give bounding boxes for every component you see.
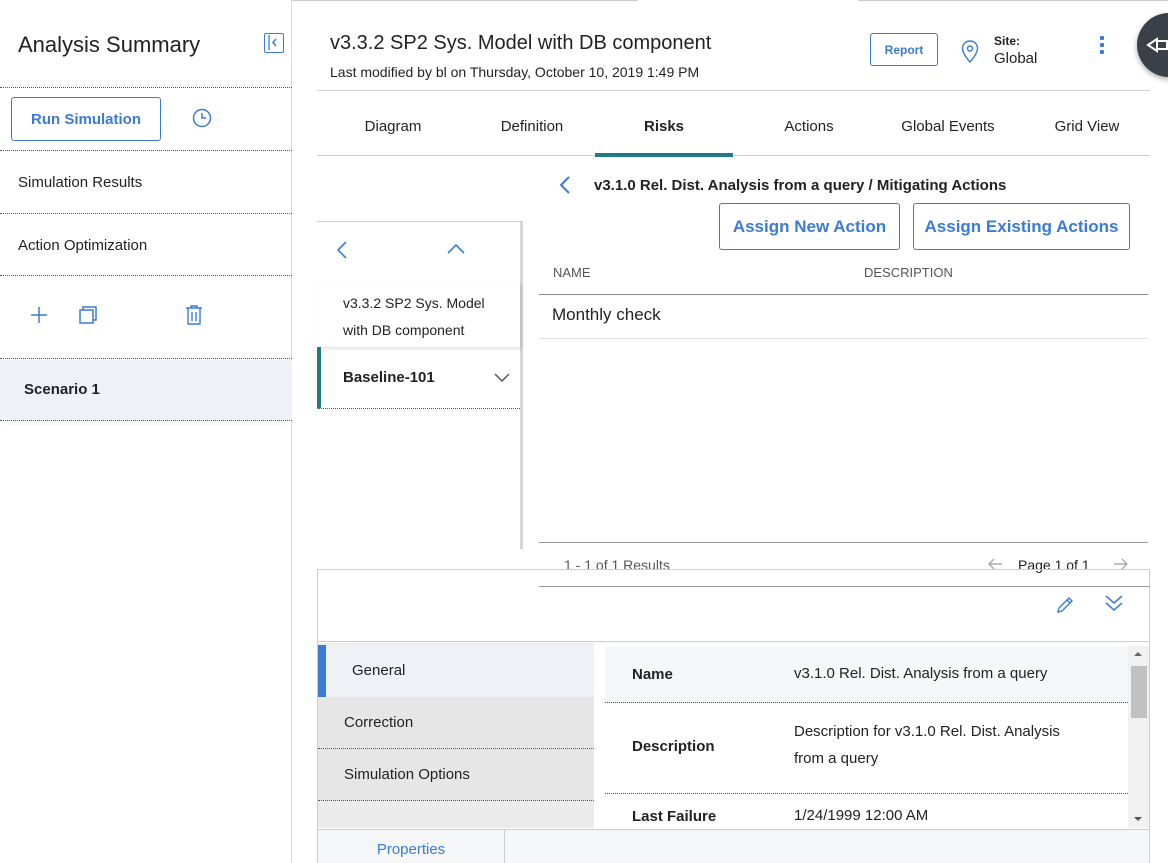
tab-risks[interactable]: Risks <box>595 91 733 157</box>
tree-item-label: v3.3.2 SP2 Sys. Model with DB component <box>343 295 485 338</box>
property-key: Last Failure <box>632 808 717 825</box>
assign-existing-actions-button[interactable]: Assign Existing Actions <box>913 203 1130 250</box>
last-modified-text: Last modified by bl on Thursday, October… <box>330 64 700 80</box>
run-simulation-button[interactable]: Run Simulation <box>11 97 161 141</box>
property-row: Description Description for v3.1.0 Rel. … <box>605 704 1128 794</box>
chevron-down-icon[interactable] <box>494 373 510 383</box>
page-title: v3.3.2 SP2 Sys. Model with DB component <box>330 32 712 54</box>
tree-item-system-model[interactable]: v3.3.2 SP2 Sys. Model with DB component <box>317 282 520 347</box>
section-label: General <box>352 662 406 679</box>
more-options-icon[interactable] <box>1097 36 1107 56</box>
property-row: Name v3.1.0 Rel. Dist. Analysis from a q… <box>605 646 1128 703</box>
column-header-name[interactable]: NAME <box>553 265 591 280</box>
tab-actions[interactable]: Actions <box>740 91 878 157</box>
divider <box>0 358 292 359</box>
section-correction[interactable]: Correction <box>318 697 594 749</box>
delete-icon[interactable] <box>185 305 203 330</box>
scrollbar-thumb[interactable] <box>1131 666 1147 718</box>
collapse-down-icon[interactable] <box>1104 594 1124 617</box>
top-border <box>292 0 638 1</box>
scenario-label: Scenario 1 <box>24 381 100 398</box>
action-optimization-link[interactable]: Action Optimization <box>18 237 147 254</box>
copy-icon[interactable] <box>78 305 98 330</box>
section-simulation-options[interactable]: Simulation Options <box>318 749 594 801</box>
edit-pencil-icon[interactable] <box>1055 595 1075 620</box>
header-divider <box>539 294 1148 295</box>
section-label: Correction <box>344 714 414 731</box>
property-value: 1/24/1999 12:00 AM <box>794 807 929 824</box>
divider <box>0 87 292 88</box>
divider <box>0 275 292 276</box>
section-general[interactable]: General <box>318 645 594 697</box>
top-border <box>858 0 1168 1</box>
property-value: v3.1.0 Rel. Dist. Analysis from a query <box>794 665 1048 682</box>
navigation-tree: v3.3.2 SP2 Sys. Model with DB component … <box>317 221 523 549</box>
tree-item-baseline[interactable]: Baseline-101 <box>317 347 520 409</box>
add-icon[interactable] <box>29 305 49 330</box>
assistant-fab-button[interactable] <box>1137 13 1168 77</box>
tab-grid-view[interactable]: Grid View <box>1018 91 1156 157</box>
action-row-name[interactable]: Monthly check <box>552 305 661 325</box>
tab-properties[interactable]: Properties <box>318 830 505 863</box>
divider <box>0 150 292 151</box>
property-value: Description for v3.1.0 Rel. Dist. Analys… <box>794 723 1060 767</box>
tab-diagram[interactable]: Diagram <box>324 91 462 157</box>
chevron-up-icon[interactable] <box>446 242 466 261</box>
property-key: Name <box>632 666 673 683</box>
location-pin-icon <box>961 40 979 69</box>
divider <box>539 586 1150 587</box>
back-arrow-icon[interactable] <box>335 240 349 265</box>
scenario-item[interactable]: Scenario 1 <box>0 360 292 420</box>
tab-global-events[interactable]: Global Events <box>879 91 1017 157</box>
column-header-description[interactable]: DESCRIPTION <box>864 265 953 280</box>
scroll-up-icon[interactable] <box>1133 651 1143 657</box>
sidebar-title: Analysis Summary <box>18 32 201 57</box>
properties-panel: General Correction Simulation Options Na… <box>317 569 1150 863</box>
site-value: Global <box>994 50 1038 67</box>
tab-bar: Diagram Definition Risks Actions Global … <box>317 90 1150 157</box>
history-icon[interactable] <box>192 108 212 133</box>
divider <box>0 420 292 421</box>
section-label: Simulation Options <box>344 766 470 783</box>
tree-item-label: Baseline-101 <box>343 369 435 386</box>
report-button[interactable]: Report <box>870 33 938 66</box>
property-key: Description <box>632 738 715 755</box>
properties-toolbar <box>318 570 1150 642</box>
breadcrumb-back-icon[interactable] <box>558 175 572 200</box>
divider <box>0 213 292 214</box>
property-row: Last Failure 1/24/1999 12:00 AM <box>605 795 1128 828</box>
properties-footer: Properties <box>318 829 1149 863</box>
collapse-sidebar-icon[interactable] <box>264 33 284 53</box>
scroll-down-icon[interactable] <box>1133 816 1143 822</box>
site-label: Site: <box>994 34 1021 48</box>
simulation-results-link[interactable]: Simulation Results <box>18 174 142 191</box>
grid-footer-divider <box>539 542 1148 543</box>
assign-new-action-button[interactable]: Assign New Action <box>719 203 900 250</box>
row-divider <box>539 338 1148 339</box>
tab-definition[interactable]: Definition <box>463 91 601 157</box>
analysis-sidebar: Analysis Summary Run Simulation Simulati… <box>0 0 292 863</box>
section-nav: General Correction Simulation Options <box>318 643 594 828</box>
breadcrumb: v3.1.0 Rel. Dist. Analysis from a query … <box>594 177 1007 194</box>
